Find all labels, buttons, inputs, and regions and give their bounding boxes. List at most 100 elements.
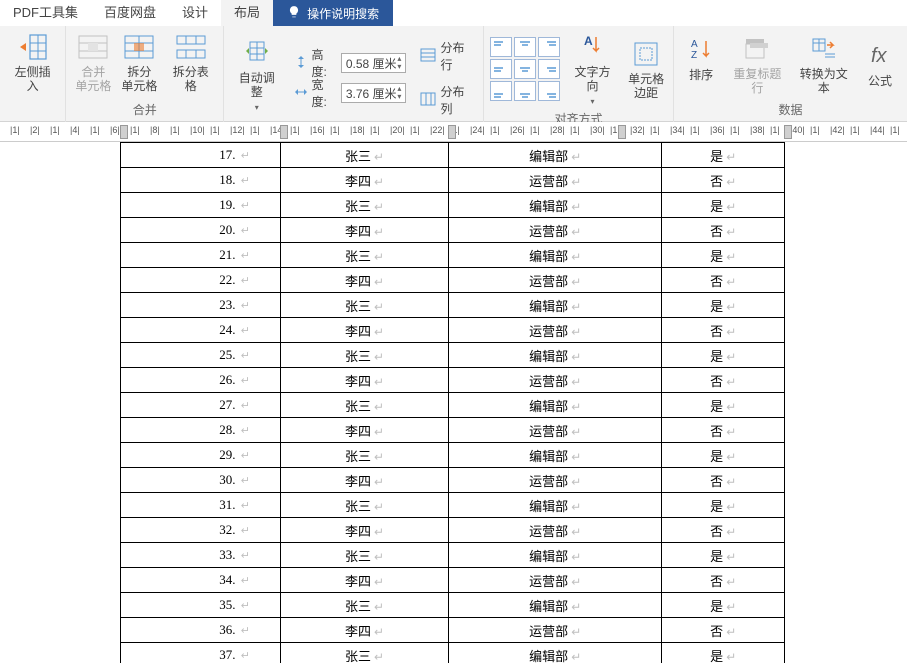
table-row[interactable]: 20. ↵李四↵运营部↵否↵: [121, 218, 785, 243]
align-bot-right-button[interactable]: [538, 81, 560, 101]
convert-to-text-button[interactable]: 转换为文本: [793, 31, 855, 97]
table-row[interactable]: 27. ↵张三↵编辑部↵是↵: [121, 393, 785, 418]
cell-flag[interactable]: 是↵: [662, 643, 785, 663]
cell-number[interactable]: 33. ↵: [121, 543, 281, 568]
column-marker[interactable]: [618, 125, 626, 139]
cell-number[interactable]: 35. ↵: [121, 593, 281, 618]
table-row[interactable]: 33. ↵张三↵编辑部↵是↵: [121, 543, 785, 568]
cell-dept[interactable]: 运营部↵: [449, 568, 662, 593]
column-marker[interactable]: [448, 125, 456, 139]
table-row[interactable]: 26. ↵李四↵运营部↵否↵: [121, 368, 785, 393]
document-area[interactable]: 17. ↵张三↵编辑部↵是↵18. ↵李四↵运营部↵否↵19. ↵张三↵编辑部↵…: [0, 142, 907, 663]
cell-dept[interactable]: 编辑部↵: [449, 343, 662, 368]
formula-button[interactable]: fx 公式: [859, 38, 901, 90]
cell-dept[interactable]: 运营部↵: [449, 618, 662, 643]
cell-flag[interactable]: 否↵: [662, 218, 785, 243]
cell-name[interactable]: 张三↵: [281, 493, 449, 518]
align-mid-left-button[interactable]: [490, 59, 512, 79]
cell-name[interactable]: 张三↵: [281, 193, 449, 218]
cell-dept[interactable]: 运营部↵: [449, 368, 662, 393]
cell-number[interactable]: 23. ↵: [121, 293, 281, 318]
cell-name[interactable]: 李四↵: [281, 218, 449, 243]
table-row[interactable]: 23. ↵张三↵编辑部↵是↵: [121, 293, 785, 318]
cell-name[interactable]: 张三↵: [281, 293, 449, 318]
merge-cells-button[interactable]: 合并 单元格: [72, 29, 114, 95]
table-row[interactable]: 37. ↵张三↵编辑部↵是↵: [121, 643, 785, 663]
cell-number[interactable]: 17. ↵: [121, 143, 281, 168]
cell-name[interactable]: 李四↵: [281, 468, 449, 493]
align-top-left-button[interactable]: [490, 37, 512, 57]
cell-dept[interactable]: 运营部↵: [449, 218, 662, 243]
cell-flag[interactable]: 是↵: [662, 343, 785, 368]
cell-number[interactable]: 20. ↵: [121, 218, 281, 243]
tab-pdf-tools[interactable]: PDF工具集: [0, 0, 91, 26]
distribute-cols-button[interactable]: 分布列: [416, 81, 477, 119]
cell-dept[interactable]: 运营部↵: [449, 168, 662, 193]
table-row[interactable]: 31. ↵张三↵编辑部↵是↵: [121, 493, 785, 518]
cell-flag[interactable]: 是↵: [662, 493, 785, 518]
column-marker[interactable]: [784, 125, 792, 139]
distribute-rows-button[interactable]: 分布行: [416, 37, 477, 75]
align-mid-center-button[interactable]: [514, 59, 536, 79]
cell-dept[interactable]: 编辑部↵: [449, 493, 662, 518]
cell-dept[interactable]: 编辑部↵: [449, 443, 662, 468]
cell-name[interactable]: 张三↵: [281, 143, 449, 168]
cell-dept[interactable]: 编辑部↵: [449, 393, 662, 418]
cell-flag[interactable]: 否↵: [662, 468, 785, 493]
cell-flag[interactable]: 否↵: [662, 618, 785, 643]
table-row[interactable]: 29. ↵张三↵编辑部↵是↵: [121, 443, 785, 468]
cell-flag[interactable]: 否↵: [662, 318, 785, 343]
table-row[interactable]: 19. ↵张三↵编辑部↵是↵: [121, 193, 785, 218]
column-marker[interactable]: [120, 125, 128, 139]
cell-flag[interactable]: 是↵: [662, 443, 785, 468]
cell-flag[interactable]: 是↵: [662, 243, 785, 268]
cell-number[interactable]: 29. ↵: [121, 443, 281, 468]
cell-name[interactable]: 李四↵: [281, 368, 449, 393]
cell-number[interactable]: 22. ↵: [121, 268, 281, 293]
cell-flag[interactable]: 否↵: [662, 268, 785, 293]
cell-flag[interactable]: 否↵: [662, 368, 785, 393]
table-row[interactable]: 25. ↵张三↵编辑部↵是↵: [121, 343, 785, 368]
table-row[interactable]: 28. ↵李四↵运营部↵否↵: [121, 418, 785, 443]
cell-dept[interactable]: 编辑部↵: [449, 293, 662, 318]
cell-name[interactable]: 李四↵: [281, 618, 449, 643]
cell-name[interactable]: 张三↵: [281, 393, 449, 418]
sort-button[interactable]: AZ 排序 ▾: [680, 32, 722, 97]
cell-number[interactable]: 36. ↵: [121, 618, 281, 643]
cell-number[interactable]: 27. ↵: [121, 393, 281, 418]
cell-flag[interactable]: 是↵: [662, 593, 785, 618]
cell-number[interactable]: 32. ↵: [121, 518, 281, 543]
tab-baidu-netdisk[interactable]: 百度网盘: [91, 0, 169, 26]
text-direction-button[interactable]: A 文字方向 ▾: [568, 29, 617, 108]
table-row[interactable]: 36. ↵李四↵运营部↵否↵: [121, 618, 785, 643]
tab-layout[interactable]: 布局: [221, 0, 273, 26]
autofit-button[interactable]: 自动调整 ▾: [230, 35, 283, 114]
cell-number[interactable]: 34. ↵: [121, 568, 281, 593]
cell-flag[interactable]: 是↵: [662, 543, 785, 568]
cell-number[interactable]: 18. ↵: [121, 168, 281, 193]
table-row[interactable]: 17. ↵张三↵编辑部↵是↵: [121, 143, 785, 168]
cell-name[interactable]: 李四↵: [281, 418, 449, 443]
table-row[interactable]: 34. ↵李四↵运营部↵否↵: [121, 568, 785, 593]
cell-margins-button[interactable]: 单元格 边距: [625, 36, 667, 102]
cell-flag[interactable]: 是↵: [662, 193, 785, 218]
cell-dept[interactable]: 运营部↵: [449, 518, 662, 543]
horizontal-ruler[interactable]: |2||1||2||1||4||1||6||1||8||1||10||1||12…: [0, 122, 907, 142]
table-row[interactable]: 22. ↵李四↵运营部↵否↵: [121, 268, 785, 293]
cell-number[interactable]: 26. ↵: [121, 368, 281, 393]
cell-dept[interactable]: 运营部↵: [449, 418, 662, 443]
align-top-right-button[interactable]: [538, 37, 560, 57]
cell-name[interactable]: 张三↵: [281, 443, 449, 468]
cell-name[interactable]: 张三↵: [281, 343, 449, 368]
cell-flag[interactable]: 否↵: [662, 168, 785, 193]
cell-number[interactable]: 31. ↵: [121, 493, 281, 518]
cell-number[interactable]: 30. ↵: [121, 468, 281, 493]
cell-dept[interactable]: 运营部↵: [449, 468, 662, 493]
cell-dept[interactable]: 编辑部↵: [449, 593, 662, 618]
cell-dept[interactable]: 运营部↵: [449, 268, 662, 293]
insert-left-button[interactable]: 左侧插入: [6, 29, 59, 95]
table-row[interactable]: 35. ↵张三↵编辑部↵是↵: [121, 593, 785, 618]
cell-dept[interactable]: 编辑部↵: [449, 643, 662, 663]
cell-dept[interactable]: 编辑部↵: [449, 193, 662, 218]
table-row[interactable]: 30. ↵李四↵运营部↵否↵: [121, 468, 785, 493]
